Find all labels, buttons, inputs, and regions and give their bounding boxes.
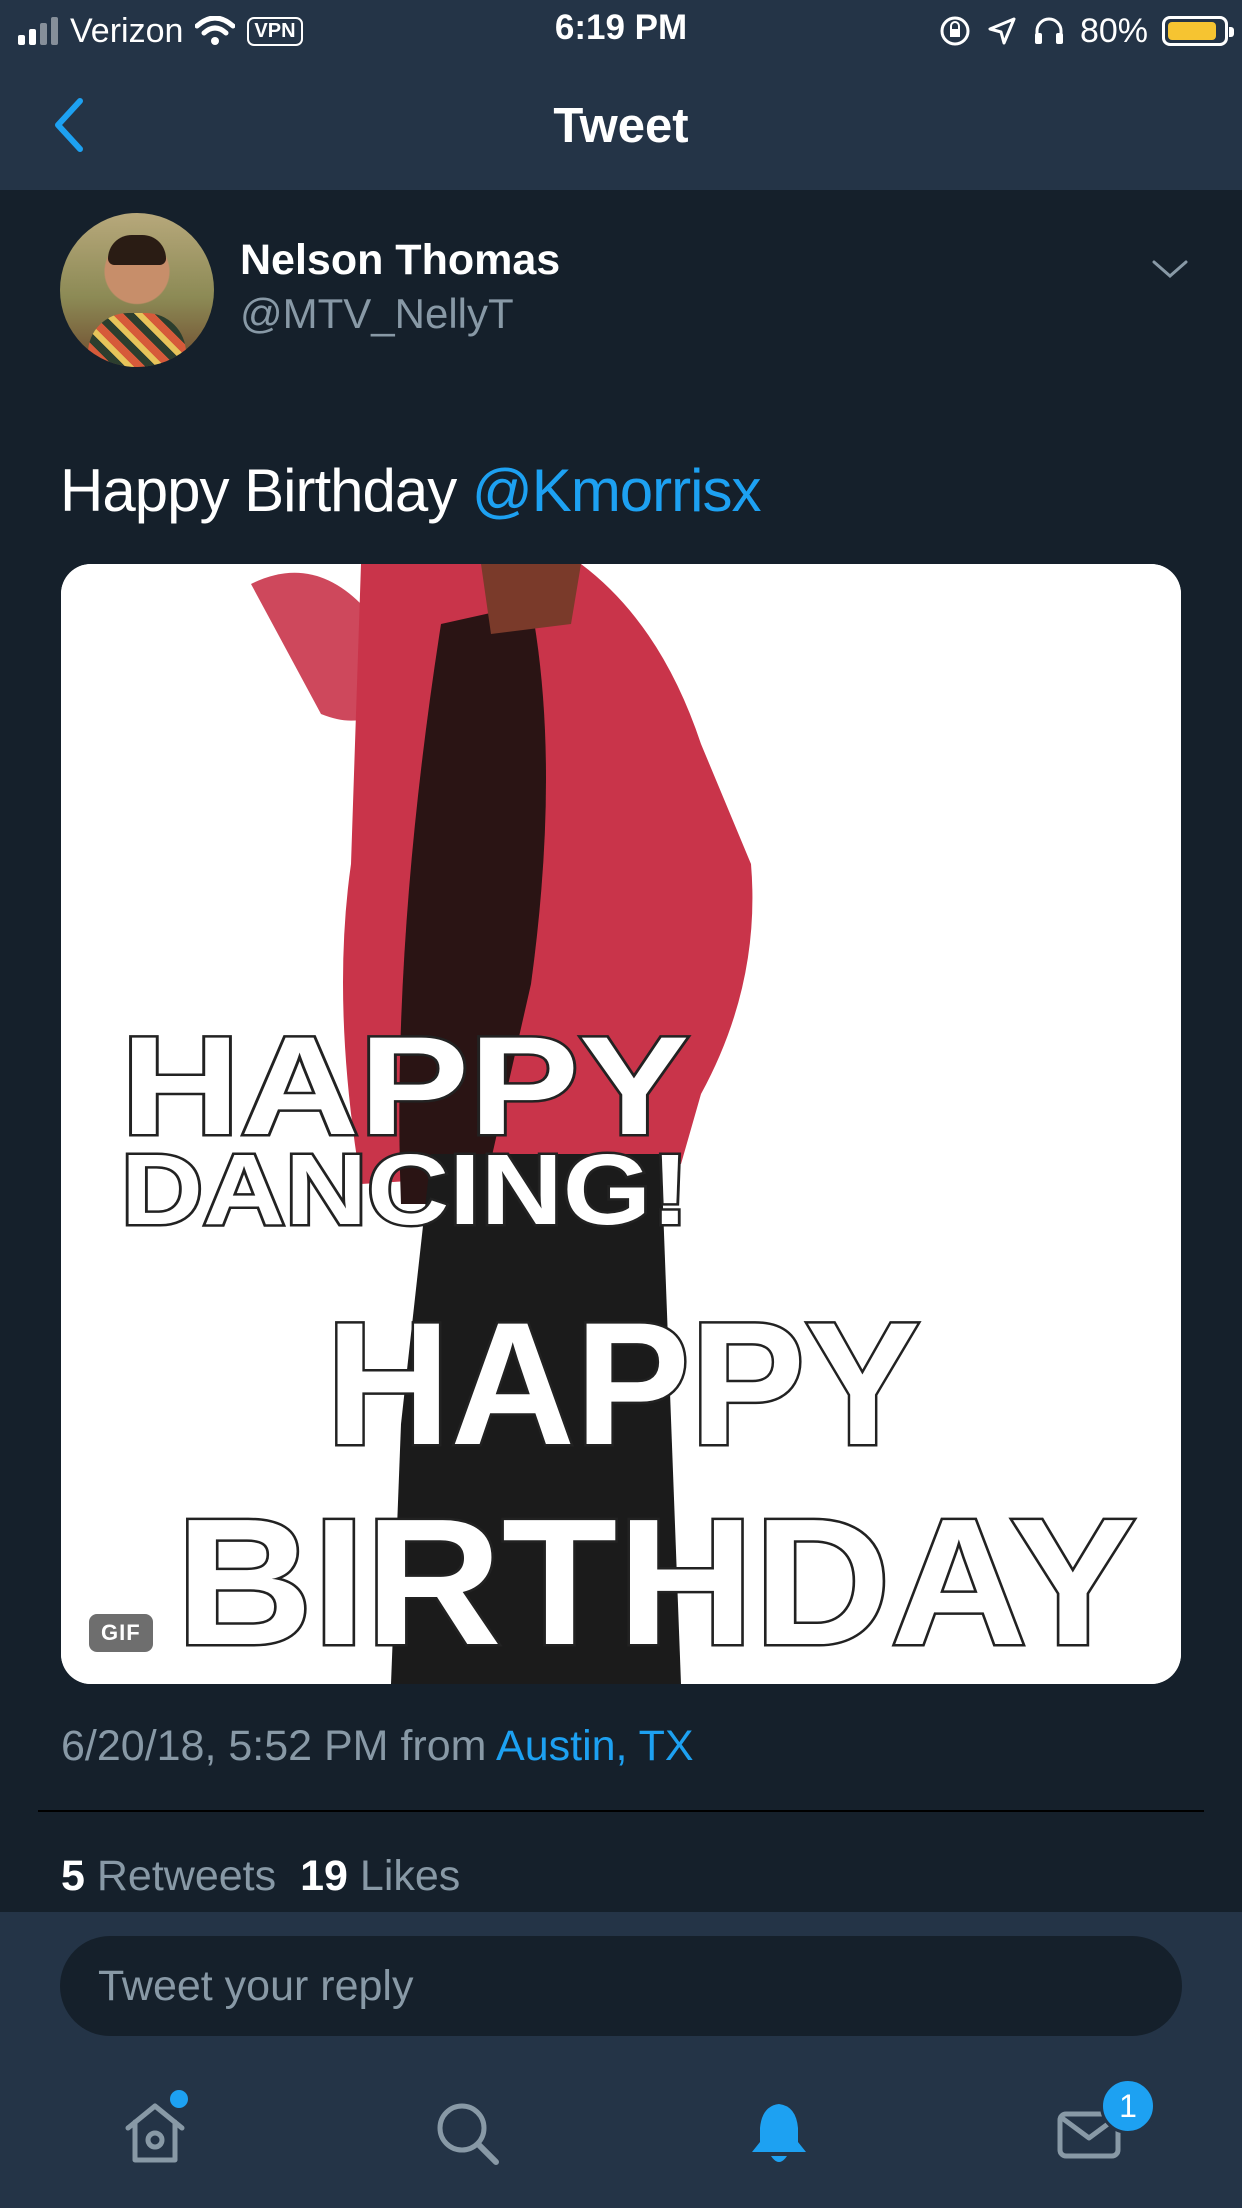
- author-handle[interactable]: @MTV_NellyT: [240, 290, 514, 338]
- tweet-meta: 6/20/18, 5:52 PM from Austin, TX: [61, 1722, 694, 1771]
- likes-label: Likes: [359, 1852, 461, 1900]
- rotation-lock-icon: [940, 16, 970, 46]
- divider: [38, 1810, 1204, 1812]
- likes-count: 19: [300, 1852, 348, 1900]
- bell-icon[interactable]: [744, 2098, 814, 2168]
- retweets-stat[interactable]: 5 Retweets: [61, 1852, 276, 1901]
- mention-link[interactable]: @Kmorrisx: [472, 457, 762, 524]
- messages-badge: 1: [1100, 2078, 1156, 2134]
- tweet-gif[interactable]: HAPPY DANCING! HAPPY BIRTHDAY GIF: [61, 564, 1181, 1684]
- retweets-label: Retweets: [96, 1852, 277, 1900]
- location-link[interactable]: Austin, TX: [496, 1722, 694, 1770]
- gif-caption-line-3: HAPPY: [326, 1287, 920, 1482]
- reply-input[interactable]: Tweet your reply: [60, 1936, 1182, 2036]
- tweet-stats: 5 Retweets 19 Likes: [61, 1852, 460, 1901]
- top-bar: Verizon VPN 6:19 PM 80% Tweet: [0, 0, 1242, 190]
- status-bar: Verizon VPN 6:19 PM 80%: [0, 0, 1242, 62]
- gif-caption-line-4: BIRTHDAY: [176, 1482, 1136, 1683]
- tweet-timestamp: 6/20/18, 5:52 PM: [61, 1722, 389, 1770]
- headphones-icon: [1034, 17, 1063, 44]
- retweets-count: 5: [61, 1852, 85, 1900]
- home-notification-dot: [170, 2090, 188, 2108]
- status-right: 80%: [938, 8, 1234, 54]
- battery-icon: [1162, 16, 1234, 46]
- tweet-body: Happy Birthday: [60, 457, 472, 524]
- page-title: Tweet: [553, 99, 689, 153]
- tweet-text: Happy Birthday @Kmorrisx: [60, 456, 762, 525]
- search-icon[interactable]: [432, 2098, 502, 2168]
- from-label: from: [400, 1722, 487, 1770]
- gif-caption-line-2: DANCING!: [121, 1134, 689, 1246]
- likes-stat[interactable]: 19 Likes: [300, 1852, 460, 1901]
- chevron-down-icon[interactable]: [1150, 254, 1190, 284]
- gif-badge: GIF: [89, 1614, 153, 1652]
- location-arrow-icon: [988, 17, 1016, 45]
- author-name[interactable]: Nelson Thomas: [240, 236, 560, 285]
- battery-percent: 80%: [1079, 11, 1148, 50]
- gif-frame: HAPPY DANCING! HAPPY BIRTHDAY: [61, 564, 1181, 1684]
- avatar[interactable]: [60, 213, 214, 367]
- home-icon[interactable]: [120, 2098, 190, 2168]
